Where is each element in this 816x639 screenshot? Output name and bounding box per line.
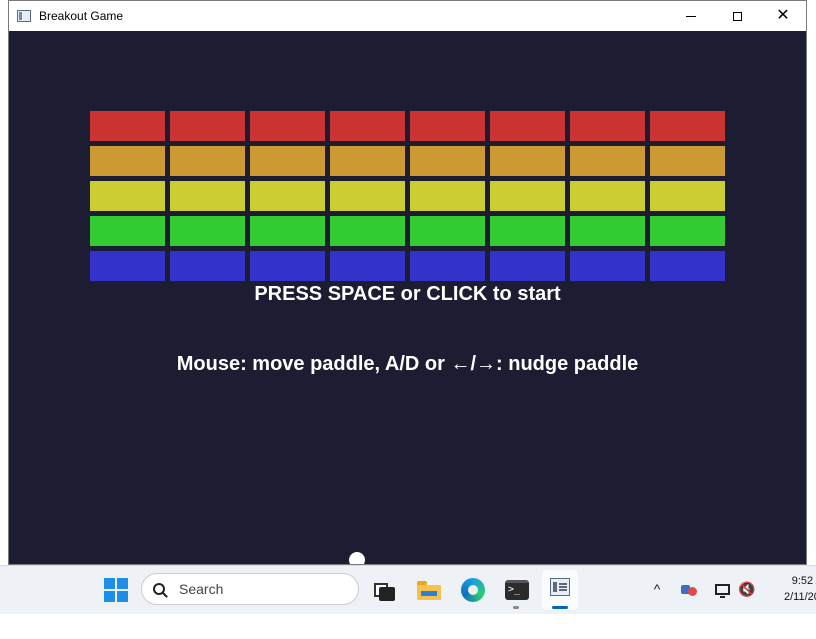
brick (170, 181, 245, 211)
controls-message: Mouse: move paddle, A/D or ←/→: nudge pa… (176, 353, 639, 375)
network-button[interactable] (712, 579, 732, 599)
brick (170, 251, 245, 281)
brick (490, 111, 565, 141)
clock[interactable]: 9:52 AI 2/11/202 (766, 573, 816, 605)
terminal-running-indicator (513, 606, 519, 609)
volume-button[interactable]: 🔇 (737, 579, 757, 599)
file-explorer-button[interactable] (415, 576, 443, 604)
brick (330, 216, 405, 246)
brick (410, 146, 485, 176)
brick (490, 251, 565, 281)
brick (570, 146, 645, 176)
brick (570, 251, 645, 281)
task-view-button[interactable] (370, 577, 398, 605)
brick (650, 216, 725, 246)
brick (570, 181, 645, 211)
clock-date: 2/11/202 (783, 591, 816, 603)
brick (90, 146, 165, 176)
brick (250, 111, 325, 141)
brick (410, 251, 485, 281)
breakout-game-taskbar-button[interactable] (542, 570, 578, 610)
brick (330, 111, 405, 141)
window-controls: ✕ (668, 1, 806, 31)
active-app-indicator (552, 606, 568, 609)
brick (90, 251, 165, 281)
brick (650, 251, 725, 281)
tray-app-icon (681, 582, 699, 596)
brick (330, 181, 405, 211)
brick (250, 181, 325, 211)
game-canvas[interactable]: PRESS SPACE or CLICK to start Mouse: mov… (9, 31, 806, 564)
game-window: Breakout Game ✕ PRESS SPACE or CLICK to … (8, 0, 807, 565)
taskbar-search-box[interactable]: Search (141, 573, 359, 605)
breakout-game-icon (550, 578, 570, 596)
window-title: Breakout Game (39, 9, 124, 23)
brick (90, 181, 165, 211)
close-button[interactable]: ✕ (760, 1, 806, 31)
edge-button[interactable] (459, 576, 487, 604)
taskbar: Search >_ ^ 🔇 9:52 AI 2/11/202 (0, 565, 816, 614)
tray-app-button[interactable] (680, 579, 700, 599)
brick (650, 181, 725, 211)
minimize-icon (686, 15, 696, 17)
brick (410, 216, 485, 246)
app-icon (17, 10, 31, 22)
brick (410, 111, 485, 141)
search-icon (153, 583, 165, 595)
brick (90, 216, 165, 246)
terminal-icon: >_ (505, 580, 529, 600)
show-hidden-icons-button[interactable]: ^ (648, 579, 666, 599)
maximize-button[interactable] (714, 1, 760, 31)
brick (170, 111, 245, 141)
terminal-button[interactable]: >_ (503, 576, 531, 604)
brick (490, 146, 565, 176)
brick (330, 146, 405, 176)
maximize-icon (732, 11, 742, 21)
brick (250, 251, 325, 281)
brick (410, 181, 485, 211)
brick (570, 111, 645, 141)
brick (650, 111, 725, 141)
brick (250, 216, 325, 246)
brick (330, 251, 405, 281)
brick (570, 216, 645, 246)
brick (170, 146, 245, 176)
volume-muted-icon: 🔇 (738, 580, 756, 597)
windows-start-icon (104, 578, 128, 602)
close-icon: ✕ (776, 7, 790, 24)
brick (170, 216, 245, 246)
start-message: PRESS SPACE or CLICK to start (254, 283, 561, 305)
ball (349, 552, 365, 564)
brick (90, 111, 165, 141)
clock-time: 9:52 AI (791, 575, 816, 587)
network-icon (714, 583, 730, 598)
search-placeholder: Search (179, 581, 224, 597)
brick (490, 216, 565, 246)
edge-icon (461, 578, 485, 602)
file-explorer-icon (417, 580, 441, 600)
title-bar[interactable]: Breakout Game ✕ (9, 1, 806, 31)
minimize-button[interactable] (668, 1, 714, 31)
brick (250, 146, 325, 176)
brick (650, 146, 725, 176)
brick (490, 181, 565, 211)
chevron-up-icon: ^ (653, 581, 661, 597)
start-button[interactable] (102, 576, 130, 604)
